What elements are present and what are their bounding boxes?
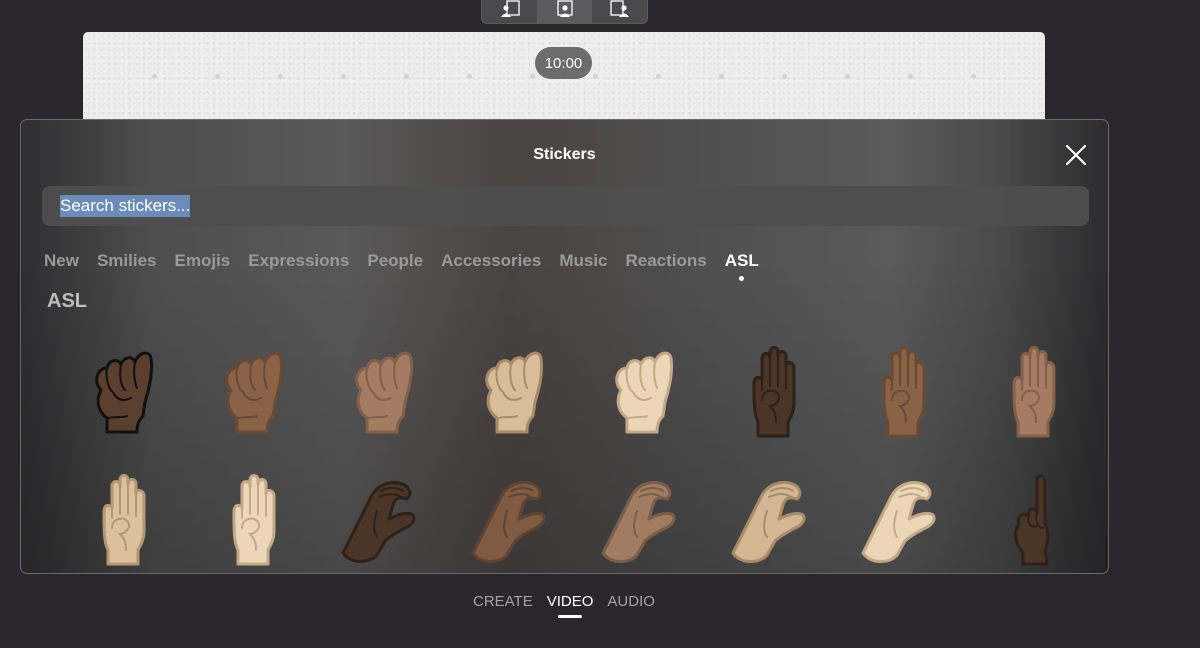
mode-create[interactable]: CREATE	[473, 593, 533, 610]
sticker-asl-c[interactable]	[317, 456, 447, 573]
asl-hand-b-icon	[102, 474, 146, 566]
asl-hand-a-icon	[95, 351, 153, 434]
sticker-asl-a[interactable]	[187, 328, 317, 456]
sticker-asl-c[interactable]	[577, 456, 707, 573]
sticker-asl-c[interactable]	[707, 456, 837, 573]
search-placeholder-selected[interactable]: Search stickers...	[60, 195, 191, 217]
asl-hand-b-icon	[232, 474, 276, 566]
sticker-asl-d[interactable]	[967, 456, 1097, 573]
layout-option-right[interactable]	[592, 0, 647, 23]
tab-emojis[interactable]: Emojis	[175, 251, 231, 271]
sticker-grid	[57, 328, 1097, 573]
sticker-asl-a[interactable]	[577, 328, 707, 456]
layout-option-left[interactable]	[482, 0, 537, 23]
timer-badge: 10:00	[535, 47, 592, 79]
asl-hand-a-icon	[355, 351, 413, 434]
stickers-modal: Stickers Search stickers... New Smilies Em…	[20, 119, 1109, 574]
sticker-asl-a[interactable]	[57, 328, 187, 456]
tab-asl[interactable]: ASL	[725, 251, 759, 281]
layout-option-center[interactable]	[537, 0, 592, 23]
tab-music[interactable]: Music	[559, 251, 607, 271]
layout-switcher	[481, 0, 648, 24]
presenter-right-icon	[609, 0, 629, 17]
sticker-asl-b[interactable]	[57, 456, 187, 573]
mode-audio[interactable]: AUDIO	[607, 593, 655, 610]
asl-hand-d-icon	[1014, 474, 1050, 566]
asl-hand-a-icon	[225, 351, 283, 434]
close-icon	[1065, 144, 1087, 166]
sticker-asl-b[interactable]	[187, 456, 317, 573]
sticker-asl-a[interactable]	[447, 328, 577, 456]
asl-hand-c-icon	[471, 481, 546, 563]
asl-hand-c-icon	[861, 481, 936, 563]
sticker-asl-c[interactable]	[837, 456, 967, 573]
tab-expressions[interactable]: Expressions	[248, 251, 349, 271]
search-field[interactable]: Search stickers...	[42, 186, 1089, 226]
sticker-asl-c[interactable]	[447, 456, 577, 573]
asl-hand-b-icon	[1012, 346, 1056, 438]
sticker-asl-b[interactable]	[837, 328, 967, 456]
asl-hand-b-icon	[752, 346, 796, 438]
presenter-left-icon	[500, 0, 520, 17]
mode-video[interactable]: VIDEO	[547, 593, 593, 618]
asl-hand-c-icon	[601, 481, 676, 563]
tab-people[interactable]: People	[367, 251, 423, 271]
asl-hand-c-icon	[731, 481, 806, 563]
section-title: ASL	[47, 290, 87, 312]
asl-hand-a-icon	[485, 351, 543, 434]
tab-smilies[interactable]: Smilies	[97, 251, 157, 271]
sticker-asl-b[interactable]	[967, 328, 1097, 456]
sticker-asl-a[interactable]	[317, 328, 447, 456]
category-tabs: New Smilies Emojis Expressions People Accesso…	[44, 251, 777, 281]
close-button[interactable]	[1064, 143, 1088, 167]
sticker-asl-b[interactable]	[707, 328, 837, 456]
tab-reactions[interactable]: Reactions	[626, 251, 707, 271]
mode-nav: CREATE VIDEO AUDIO	[473, 593, 655, 618]
presenter-center-icon	[556, 0, 573, 17]
asl-hand-a-icon	[615, 351, 673, 434]
tab-new[interactable]: New	[44, 251, 79, 271]
tab-accessories[interactable]: Accessories	[441, 251, 541, 271]
modal-title: Stickers	[533, 146, 596, 163]
asl-hand-b-icon	[882, 346, 926, 438]
asl-hand-c-icon	[341, 481, 416, 563]
